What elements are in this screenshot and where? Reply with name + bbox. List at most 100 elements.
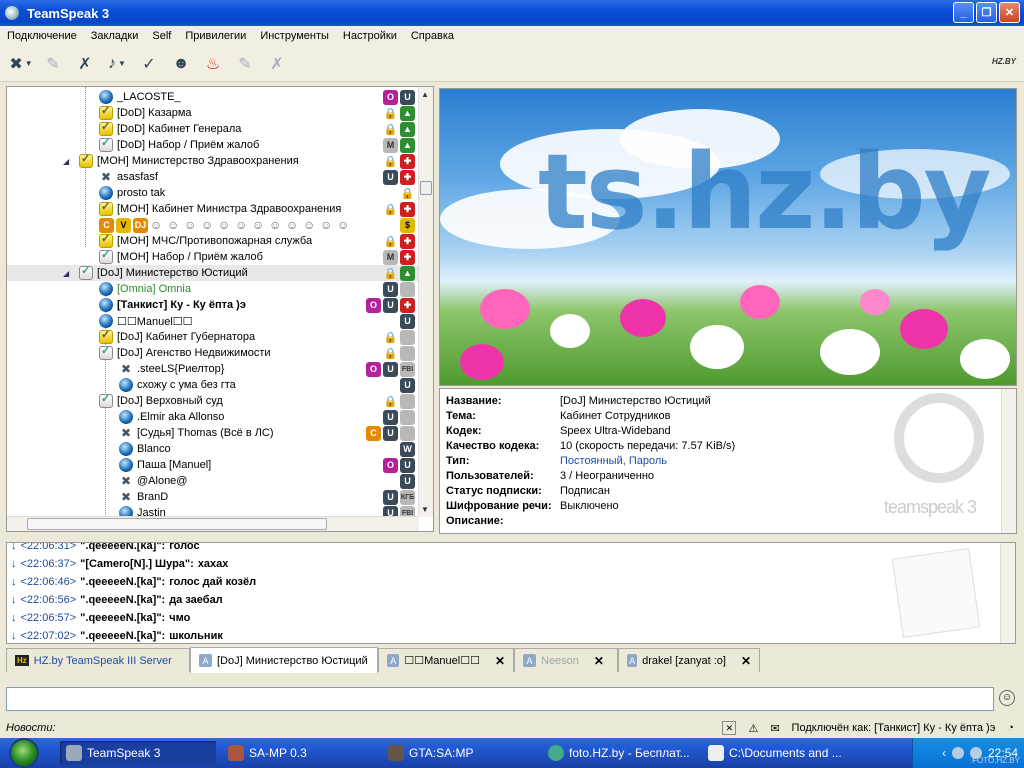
medic-badge-icon: ✚ [400, 233, 415, 249]
tray-expand-icon[interactable]: ‹ [942, 746, 946, 760]
tree-row[interactable]: C V DJ ☺ ☺ ☺ ☺ ☺ ☺ ☺ ☺ ☺ ☺ ☺ ☺ $ [7, 217, 419, 233]
tree-row[interactable]: ◢ [МОН] Министерство Здравоохранения 🔒✚ [7, 152, 419, 169]
tree-row[interactable]: [МОН] Кабинет Министра Здравоохранения 🔒✚ [7, 200, 419, 217]
close-news-icon[interactable]: ✕ [722, 721, 737, 735]
message-nick[interactable]: ".qeeeeeN.[ka]": [80, 576, 165, 588]
tree-row[interactable]: _LACOSTE_ O U [7, 89, 419, 105]
info-field: Статус подписки: Подписан [446, 485, 610, 500]
info-field-value[interactable]: Постоянный, Пароль [560, 455, 667, 470]
tree-row[interactable]: [DoD] Кабинет Генерала 🔒▲ [7, 120, 419, 137]
expand-icon[interactable]: ◢ [63, 269, 69, 278]
chat-tab[interactable]: Hz HZ.by TeamSpeak III Server [6, 648, 190, 672]
connection-quality-icon[interactable]: ◔ [1007, 722, 1014, 734]
minimize-button[interactable]: _ [953, 2, 974, 23]
medic-badge-icon: ✚ [400, 201, 415, 217]
tree-row[interactable]: prosto tak 🔒 [7, 185, 419, 201]
tree-row[interactable]: ◢ [DoJ] Министерство Юстиций 🔒▲ [7, 264, 419, 281]
scroll-down-icon[interactable]: ▼ [421, 505, 429, 514]
message-nick[interactable]: "[Camero[N].] Шура": [80, 558, 194, 570]
tree-row[interactable]: ☐☐Manuel☐☐ U [7, 313, 419, 329]
taskbar-gta[interactable]: GTA:SA:MP [382, 741, 538, 765]
flame-icon[interactable]: ♨ [200, 51, 226, 77]
tree-row[interactable]: Blanco W [7, 441, 419, 457]
tree-row[interactable]: [DoJ] Агенство Недвижимости 🔒 [7, 344, 419, 361]
tree-row[interactable]: ✖ [Судья] Thomas (Всё в ЛС) C U [7, 425, 419, 441]
message-nick[interactable]: ".qeeeeeN.[ka]": [80, 612, 165, 624]
emoticon-icon[interactable]: ☺ [999, 690, 1015, 706]
tree-row[interactable]: [Omnia] Omnia U [7, 281, 419, 297]
chat-input[interactable] [6, 687, 994, 711]
record-icon[interactable]: ✗ [264, 51, 290, 77]
tree-row[interactable]: ✖ BranD U КГБ [7, 489, 419, 505]
menu-bookmarks[interactable]: Закладки [84, 30, 146, 42]
contacts-icon[interactable]: ☻ [168, 51, 194, 77]
chat-tab[interactable]: A ☐☐Manuel☐☐ ✕ [378, 648, 514, 672]
tree-horizontal-scrollbar[interactable] [7, 516, 419, 531]
mute-speakers-icon[interactable]: ♪ ▼ [104, 51, 130, 77]
menu-settings[interactable]: Настройки [336, 30, 404, 42]
tree-row[interactable]: [МОН] Набор / Приём жалоб M✚ [7, 248, 419, 265]
tree-row-label: [МОН] МЧС/Противопожарная служба [117, 235, 313, 247]
chat-tab[interactable]: A Neeson ✕ [514, 648, 618, 672]
maximize-button[interactable]: ❐ [976, 2, 997, 23]
network-icon[interactable] [951, 747, 964, 759]
mute-mic-icon[interactable]: ✗ [72, 51, 98, 77]
message-nick[interactable]: ".qeeeeeN.[ka]": [80, 543, 165, 552]
start-button[interactable] [0, 738, 48, 768]
tree-vertical-scrollbar[interactable]: ▲ ▼ [418, 87, 433, 517]
user-icon [99, 186, 113, 200]
taskbar-teamspeak[interactable]: TeamSpeak 3 [60, 741, 216, 765]
user-badge-icon: U [400, 89, 415, 105]
tree-row[interactable]: [DoD] Казарма 🔒▲ [7, 104, 419, 121]
emoticon-badge-icon: ☺ [201, 217, 214, 232]
channel-tree[interactable]: _LACOSTE_OU[DoD] Казарма🔒▲[DoD] Кабинет … [6, 86, 434, 532]
menu-help[interactable]: Справка [404, 30, 461, 42]
close-button[interactable]: ✕ [999, 2, 1020, 23]
message-nick[interactable]: ".qeeeeeN.[ka]": [80, 630, 165, 642]
scroll-up-icon[interactable]: ▲ [421, 90, 429, 99]
taskbar-browser[interactable]: foto.HZ.by - Бесплат... [542, 741, 698, 765]
operator-badge-icon: O [366, 361, 381, 377]
close-tab-icon[interactable]: ✕ [594, 654, 604, 668]
message-nick[interactable]: ".qeeeeeN.[ka]": [80, 594, 165, 606]
tree-row[interactable]: [МОН] МЧС/Противопожарная служба 🔒✚ [7, 232, 419, 249]
connect-icon[interactable]: ✎ [40, 51, 66, 77]
chat-tab[interactable]: A [DoJ] Министерство Юстиций [190, 647, 378, 673]
menu-connections[interactable]: Подключение [0, 30, 84, 42]
message-arrow-icon: ↓ [11, 594, 17, 606]
menu-self[interactable]: Self [145, 30, 178, 42]
expand-icon[interactable]: ◢ [63, 157, 69, 166]
tree-row[interactable]: Паша [Manuel] O U [7, 457, 419, 473]
title-bar: TeamSpeak 3 _ ❐ ✕ [0, 0, 1024, 26]
tree-row[interactable]: [DoJ] Кабинет Губернатора 🔒 [7, 328, 419, 345]
chat-scrollbar[interactable] [1000, 543, 1015, 643]
tree-row[interactable]: ✖ asasfasf U ✚ [7, 169, 419, 185]
user-icon [119, 458, 133, 472]
tree-row[interactable]: [DoJ] Верховный суд 🔒 [7, 392, 419, 409]
menu-permissions[interactable]: Привилегии [178, 30, 253, 42]
menu-tools[interactable]: Инструменты [253, 30, 336, 42]
taskbar-samp[interactable]: SA-MP 0.3 [222, 741, 378, 765]
close-tab-icon[interactable]: ✕ [741, 654, 751, 668]
tree-row[interactable]: [DoD] Набор / Приём жалоб M▲ [7, 136, 419, 153]
tree-row[interactable]: ✖ .steeLS{Риелтор} O U FBI [7, 361, 419, 377]
chat-tab[interactable]: Adrakel [zanyat :o] ✕ [618, 648, 760, 672]
hscroll-thumb[interactable] [27, 518, 327, 530]
tree-row[interactable]: .Elmir aka Allonso U [7, 409, 419, 425]
operator-badge-icon: O [383, 89, 398, 105]
taskbar-explorer[interactable]: C:\Documents and ... [702, 741, 858, 765]
whisper-icon[interactable]: ✎ [232, 51, 258, 77]
scroll-thumb[interactable] [420, 181, 432, 195]
info-scrollbar[interactable] [1001, 389, 1016, 533]
close-tab-icon[interactable]: ✕ [495, 654, 505, 668]
away-icon[interactable]: ✓ [136, 51, 162, 77]
tree-row[interactable]: схожу с ума без гта U [7, 377, 419, 393]
group-badge-icon [400, 409, 415, 425]
tree-row[interactable]: ✖ @Alone@ U [7, 473, 419, 489]
tree-row[interactable]: [Танкист] Ку - Ку ёпта )э O U ✚ [7, 297, 419, 313]
warning-icon[interactable]: ⚠ [748, 722, 758, 735]
disconnect-icon[interactable]: ✖ ▼ [8, 51, 34, 77]
message-time: <22:06:56> [20, 594, 77, 606]
user-badge-icon: U [383, 409, 398, 425]
mail-icon[interactable]: ✉ [770, 722, 779, 735]
